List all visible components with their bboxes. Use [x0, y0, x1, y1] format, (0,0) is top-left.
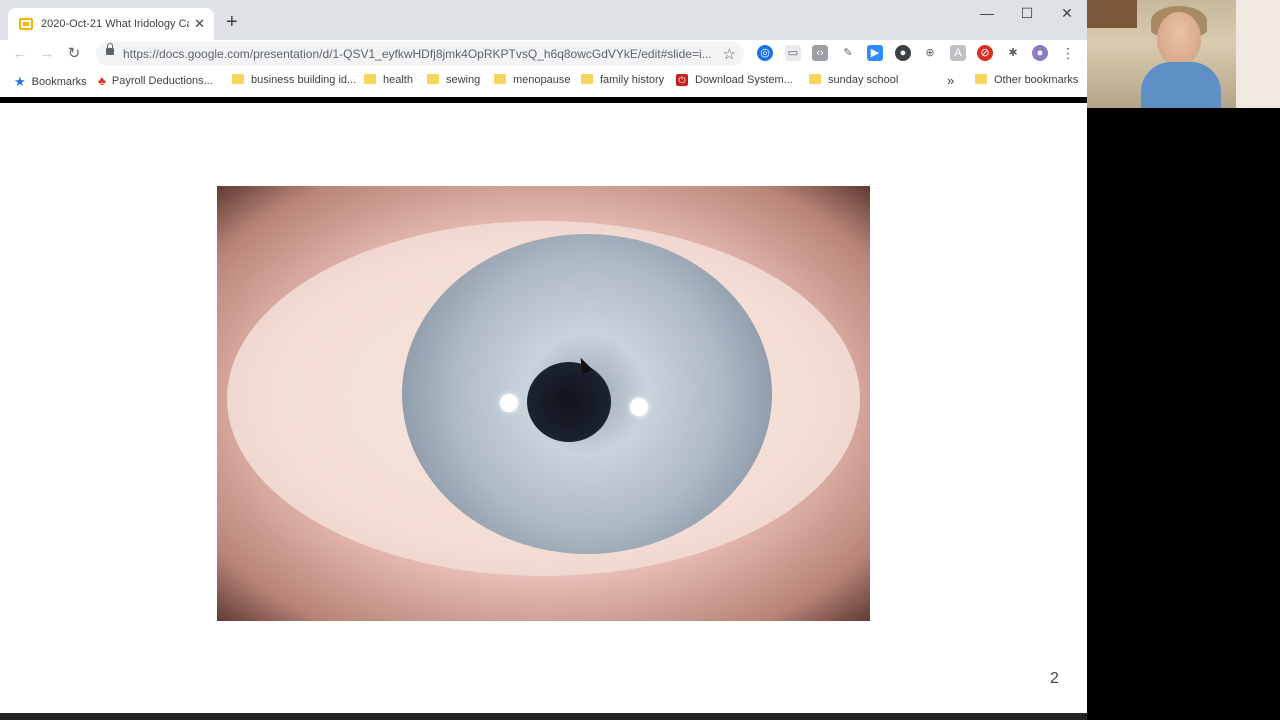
- extension-dark-circle-icon[interactable]: ●: [895, 45, 911, 61]
- tab-title: 2020-Oct-21 What Iridology Can: [41, 18, 189, 30]
- presenter-face: [1157, 12, 1201, 66]
- bookmarks-bar: ★ Bookmarks ♣ Payroll Deductions... busi…: [0, 68, 1087, 94]
- address-bar[interactable]: https://docs.google.com/presentation/d/1…: [96, 42, 744, 66]
- folder-icon: [809, 74, 821, 84]
- folder-icon: [364, 74, 376, 84]
- bookmark-menopause[interactable]: menopause: [494, 74, 571, 86]
- profile-avatar-icon[interactable]: ●: [1032, 45, 1048, 61]
- block-icon[interactable]: ⊘: [977, 45, 993, 61]
- bookmark-star-icon[interactable]: ☆: [723, 45, 736, 63]
- bookmark-label: Bookmarks: [31, 76, 87, 88]
- toolbar: ← → ↻ https://docs.google.com/presentati…: [0, 40, 1087, 68]
- zoom-icon[interactable]: ▶: [867, 45, 883, 61]
- bookmark-payroll[interactable]: ♣ Payroll Deductions...: [98, 74, 213, 88]
- bookmark-sunday-school[interactable]: sunday school: [809, 74, 898, 86]
- bookmark-label: health: [383, 74, 413, 86]
- forward-button[interactable]: →: [37, 45, 57, 63]
- background-door: [1236, 0, 1280, 108]
- tab-slides[interactable]: 2020-Oct-21 What Iridology Can ✕: [8, 8, 214, 40]
- bookmark-label: menopause: [513, 74, 571, 86]
- slide-number: 2: [1050, 670, 1059, 687]
- eyedropper-icon[interactable]: ✎: [840, 45, 856, 61]
- extensions-puzzle-icon[interactable]: ✱: [1005, 45, 1021, 61]
- extension-page-icon[interactable]: ▭: [785, 45, 801, 61]
- star-icon: ★: [14, 74, 26, 89]
- pupil-shape: [527, 362, 611, 442]
- folder-icon: [494, 74, 506, 84]
- folder-icon: [581, 74, 593, 84]
- eye-photo: [217, 186, 870, 621]
- other-bookmarks[interactable]: Other bookmarks: [975, 74, 1078, 86]
- other-bookmarks-label: Other bookmarks: [994, 74, 1079, 86]
- crosshair-icon[interactable]: ⊕: [922, 45, 938, 61]
- bookmarks-overflow-button[interactable]: »: [947, 73, 954, 88]
- bookmark-bookmarks[interactable]: ★ Bookmarks: [14, 74, 87, 90]
- bookmark-label: Payroll Deductions...: [111, 75, 213, 87]
- maple-leaf-icon: ♣: [98, 74, 106, 88]
- black-panel: [1087, 108, 1280, 720]
- bottom-border: [0, 713, 1087, 720]
- bookmark-label: sewing: [446, 74, 481, 86]
- extension-circle-icon[interactable]: ◎: [757, 45, 773, 61]
- bookmark-sewing[interactable]: sewing: [427, 74, 480, 86]
- url-text: https://docs.google.com/presentation/d/1…: [123, 47, 711, 61]
- menu-dots-icon[interactable]: ⋮: [1060, 45, 1076, 61]
- folder-icon: [232, 74, 244, 84]
- background-shelf: [1087, 0, 1137, 28]
- bookmark-label: Download System...: [695, 74, 793, 86]
- bookmark-label: business building id...: [251, 74, 357, 86]
- new-tab-button[interactable]: +: [226, 12, 238, 32]
- lock-icon: [106, 43, 114, 55]
- webcam-feed: [1087, 0, 1280, 108]
- bookmark-family-history[interactable]: family history: [581, 74, 664, 86]
- folder-icon: [427, 74, 439, 84]
- folder-icon: [975, 74, 987, 84]
- light-reflection: [500, 394, 518, 412]
- close-window-button[interactable]: ✕: [1047, 5, 1087, 22]
- tab-strip: 2020-Oct-21 What Iridology Can ✕ + — ☐ ✕: [0, 0, 1087, 40]
- bookmark-health[interactable]: health: [364, 74, 413, 86]
- reload-button[interactable]: ↻: [64, 45, 84, 63]
- maximize-button[interactable]: ☐: [1007, 5, 1047, 22]
- bookmark-download-system[interactable]: ⏻ Download System...: [676, 74, 793, 86]
- light-reflection: [630, 398, 648, 416]
- extension-code-icon[interactable]: ‹›: [812, 45, 828, 61]
- slide-canvas[interactable]: 2: [0, 103, 1087, 713]
- tab-close-icon[interactable]: ✕: [194, 16, 205, 32]
- power-icon: ⏻: [676, 74, 688, 86]
- bookmark-label: family history: [600, 74, 665, 86]
- bookmark-label: sunday school: [828, 74, 899, 86]
- slides-favicon-icon: [19, 18, 33, 30]
- minimize-button[interactable]: —: [967, 5, 1007, 21]
- browser-window: 2020-Oct-21 What Iridology Can ✕ + — ☐ ✕…: [0, 0, 1087, 720]
- back-button[interactable]: ←: [10, 45, 30, 63]
- bookmark-business[interactable]: business building id...: [232, 74, 356, 86]
- presenter-shirt: [1141, 62, 1221, 108]
- extension-gray-icon[interactable]: A: [950, 45, 966, 61]
